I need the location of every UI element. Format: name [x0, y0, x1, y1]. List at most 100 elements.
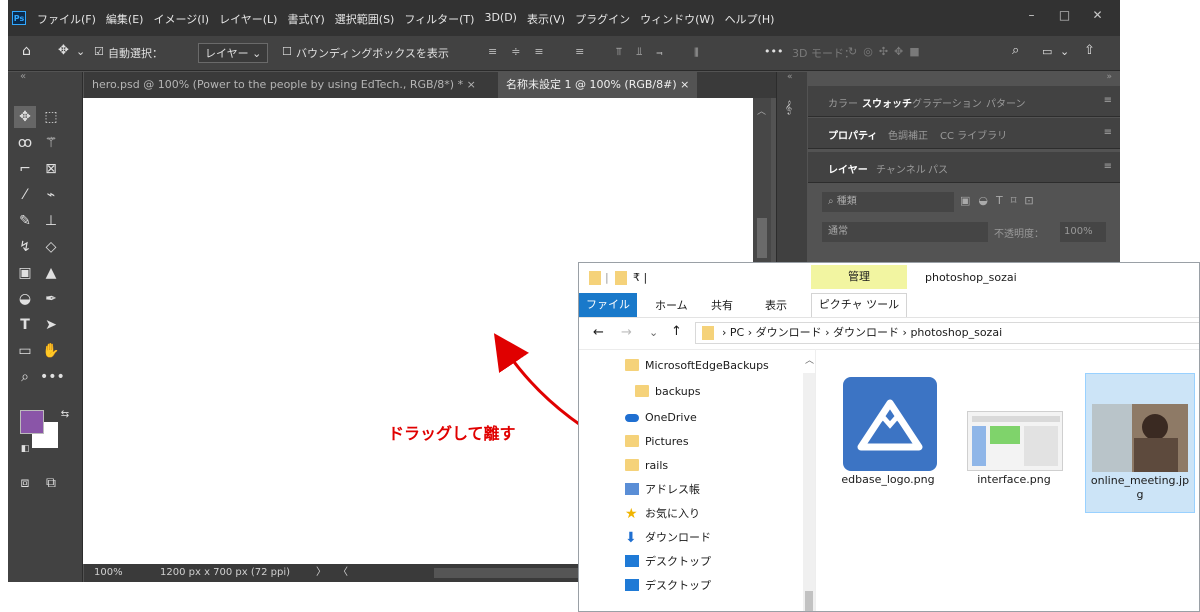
chevron-down-icon[interactable]: ⌄ [1060, 45, 1069, 58]
status-menu-icon[interactable]: 〉 [316, 564, 326, 582]
menu-layer[interactable]: レイヤー(L) [214, 11, 282, 27]
quick-mask-icon[interactable]: ⧈ [14, 472, 36, 494]
bounding-box-checkbox[interactable]: ☐ [282, 45, 292, 58]
tree-item-favorites[interactable]: ★ お気に入り [625, 503, 700, 525]
tab-untitled-1[interactable]: 名称未設定 1 @ 100% (RGB/8#) × [498, 72, 698, 98]
menu-view[interactable]: 表示(V) [522, 11, 570, 27]
collapse-icon[interactable]: « [12, 72, 34, 82]
tab-layers[interactable]: レイヤー [828, 161, 868, 176]
breadcrumb[interactable]: › PC › ダウンロード › ダウンロード › photoshop_sozai [695, 322, 1199, 344]
qat-dropdown-icon[interactable]: ₹ | [633, 271, 647, 284]
blur-tool-icon[interactable]: ▲ [40, 262, 62, 284]
foreground-color-swatch[interactable] [20, 410, 44, 434]
ribbon-tab-picture-tools[interactable]: ピクチャ ツール [811, 293, 907, 317]
tree-item-pictures[interactable]: Pictures [625, 431, 689, 453]
panel-menu-icon[interactable]: ≡ [1104, 161, 1112, 172]
menu-select[interactable]: 選択範囲(S) [330, 11, 400, 27]
more-tools-icon[interactable]: ••• [40, 366, 65, 388]
type-tool-icon[interactable]: T [14, 314, 36, 336]
file-online-meeting[interactable]: online_meeting.jpg [1085, 373, 1195, 513]
ribbon-tab-view[interactable]: 表示 [765, 297, 787, 313]
up-icon[interactable]: ↑ [671, 324, 682, 339]
pen-tool-icon[interactable]: ✒ [40, 288, 62, 310]
layer-filter-search[interactable]: ⌕ 種類 [822, 192, 954, 212]
history-panel-icon[interactable]: 𝄞 [785, 100, 792, 115]
tab-color[interactable]: カラー [828, 95, 858, 110]
tab-cc-libraries[interactable]: CC ライブラリ [940, 127, 1007, 142]
auto-select-checkbox[interactable]: ☑ [94, 45, 104, 58]
breadcrumb-current[interactable]: photoshop_sozai [910, 326, 1002, 339]
frame-tool-icon[interactable]: ⊠ [40, 158, 62, 180]
tree-item-desktop[interactable]: デスクトップ [625, 551, 711, 573]
tab-paths[interactable]: パス [928, 161, 948, 176]
blend-mode-dropdown[interactable]: 通常 [822, 222, 988, 242]
eraser-tool-icon[interactable]: ◇ [40, 236, 62, 258]
screen-mode-icon[interactable]: ⧉ [40, 472, 62, 494]
close-icon[interactable]: × [680, 78, 689, 91]
swap-colors-icon[interactable]: ⇆ [54, 404, 76, 426]
tab-hero-psd[interactable]: hero.psd @ 100% (Power to the people by … [84, 72, 484, 98]
menu-help[interactable]: ヘルプ(H) [720, 11, 780, 27]
breadcrumb-pc[interactable]: PC [730, 326, 744, 339]
panel-menu-icon[interactable]: ≡ [1104, 127, 1112, 138]
scroll-left-icon[interactable]: 〈 [338, 564, 348, 582]
3d-mode-icons[interactable]: ↻◎✣✥■ [848, 45, 926, 58]
ribbon-tab-home[interactable]: ホーム [655, 297, 688, 313]
ribbon-tab-file[interactable]: ファイル [579, 293, 637, 317]
history-brush-tool-icon[interactable]: ↯ [14, 236, 36, 258]
zoom-level[interactable]: 100% [94, 564, 123, 582]
back-icon[interactable]: ← [593, 325, 604, 340]
breadcrumb-download-1[interactable]: ダウンロード [756, 326, 822, 339]
gradient-tool-icon[interactable]: ▣ [14, 262, 36, 284]
align-icons[interactable]: ≡≑≡ ≡ ⫪⫫⫬ ⫴ [488, 45, 713, 59]
move-tool-icon[interactable]: ✥ [58, 43, 69, 58]
tab-swatches[interactable]: スウォッチ [862, 95, 912, 110]
file-edbase-logo[interactable]: edbase_logo.png [833, 373, 943, 503]
dodge-tool-icon[interactable]: ◒ [14, 288, 36, 310]
menu-plugins[interactable]: プラグイン [570, 11, 635, 27]
search-icon[interactable]: ⌕ [1012, 43, 1019, 58]
more-options-icon[interactable]: ••• [764, 45, 783, 58]
opacity-input[interactable]: 100% [1060, 222, 1106, 242]
tree-item-onedrive[interactable]: OneDrive [625, 407, 697, 429]
default-colors-icon[interactable]: ◧ [14, 438, 36, 460]
scroll-up-icon[interactable]: ︿ [757, 104, 766, 117]
collapse-icon[interactable]: « [787, 72, 793, 82]
share-icon[interactable]: ⇧ [1084, 43, 1095, 58]
tree-item-address-book[interactable]: アドレス帳 [625, 479, 700, 501]
panel-menu-icon[interactable]: ≡ [1104, 95, 1112, 106]
zoom-tool-icon[interactable]: ⌕ [14, 366, 36, 388]
menu-edit[interactable]: 編集(E) [101, 11, 149, 27]
lasso-tool-icon[interactable]: ꝏ [14, 132, 36, 154]
tree-scroll-up-icon[interactable]: ︿ [805, 353, 814, 366]
chevron-down-icon[interactable]: ⌄ [76, 45, 85, 58]
tab-gradients[interactable]: グラデーション [912, 95, 982, 110]
tab-adjustments[interactable]: 色調補正 [888, 127, 928, 142]
tree-item-backups[interactable]: backups [635, 381, 701, 403]
move-tool-icon[interactable]: ✥ [14, 106, 36, 128]
marquee-tool-icon[interactable]: ⬚ [40, 106, 62, 128]
close-icon[interactable]: × [467, 78, 476, 91]
close-window-button[interactable]: ✕ [1081, 6, 1114, 24]
menu-type[interactable]: 書式(Y) [282, 11, 329, 27]
scrollbar-thumb[interactable] [757, 218, 767, 258]
tab-properties[interactable]: プロパティ [828, 127, 877, 142]
tree-item-microsoftedgebackups[interactable]: MicrosoftEdgeBackups [625, 355, 769, 377]
menu-file[interactable]: ファイル(F) [32, 11, 101, 27]
auto-select-target-dropdown[interactable]: レイヤー ⌄ [198, 43, 269, 63]
path-selection-tool-icon[interactable]: ➤ [40, 314, 62, 336]
breadcrumb-download-2[interactable]: ダウンロード [833, 326, 899, 339]
tab-patterns[interactable]: パターン [986, 95, 1026, 110]
tab-channels[interactable]: チャンネル [876, 161, 926, 176]
eyedropper-tool-icon[interactable]: ⁄ [14, 184, 36, 206]
hand-tool-icon[interactable]: ✋ [40, 340, 62, 362]
maximize-button[interactable]: □ [1048, 6, 1081, 24]
tree-scrollbar[interactable] [803, 373, 815, 611]
forward-icon[interactable]: → [621, 325, 632, 340]
home-icon[interactable]: ⌂ [22, 43, 31, 59]
crop-tool-icon[interactable]: ⌐ [14, 158, 36, 180]
magic-wand-tool-icon[interactable]: ⚚ [40, 132, 62, 154]
menu-image[interactable]: イメージ(I) [148, 11, 214, 27]
brush-tool-icon[interactable]: ✎ [14, 210, 36, 232]
healing-brush-tool-icon[interactable]: ⌁ [40, 184, 62, 206]
